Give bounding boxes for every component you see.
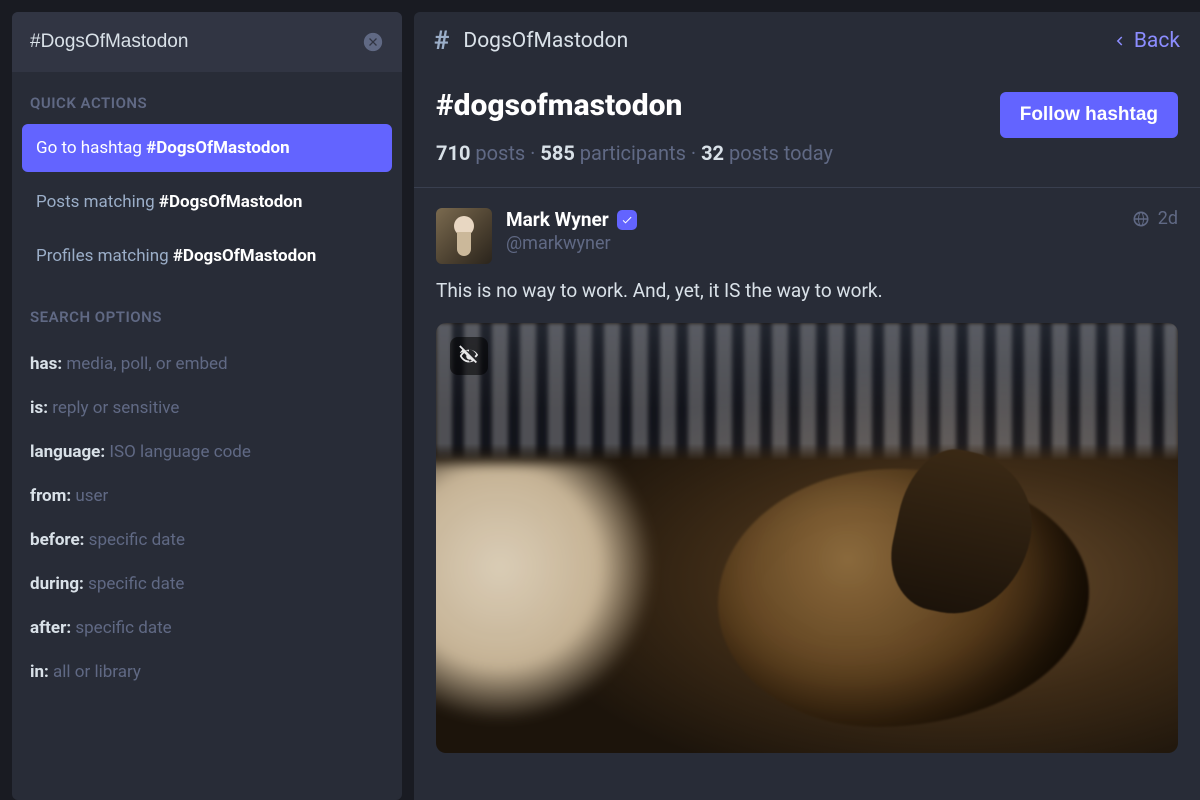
quick-actions-heading: QUICK ACTIONS: [12, 72, 402, 124]
filter-key: in:: [30, 662, 49, 682]
qa-label: Go to hashtag: [36, 138, 146, 158]
qa-bold: #DogsOfMastodon: [159, 192, 303, 212]
search-row: [12, 12, 402, 72]
follow-hashtag-button[interactable]: Follow hashtag: [1000, 92, 1178, 138]
hash-icon: #: [434, 26, 449, 56]
filter-desc: reply or sensitive: [48, 398, 179, 418]
verified-icon: [617, 210, 637, 230]
handle[interactable]: @markwyner: [506, 233, 1118, 254]
column-title: DogsOfMastodon: [463, 29, 628, 53]
filter-desc: specific date: [84, 574, 185, 594]
avatar[interactable]: [436, 208, 492, 264]
hide-media-icon[interactable]: [450, 337, 488, 375]
hashtag-title: #dogsofmastodon: [436, 88, 982, 123]
filter-language[interactable]: language: ISO language code: [12, 430, 402, 474]
post-image[interactable]: [436, 323, 1178, 753]
qa-profiles-matching[interactable]: Profiles matching #DogsOfMastodon: [22, 232, 392, 280]
stat-posts-l: posts ·: [470, 141, 540, 165]
filter-key: language:: [30, 442, 105, 462]
filter-desc: all or library: [49, 662, 141, 682]
display-name-text: Mark Wyner: [506, 208, 609, 231]
stat-today-n: 32: [701, 141, 724, 165]
back-button[interactable]: Back: [1110, 29, 1180, 53]
stat-participants-n: 585: [540, 141, 574, 165]
filter-during[interactable]: during: specific date: [12, 562, 402, 606]
stat-participants-l: participants ·: [575, 141, 701, 165]
post-time[interactable]: 2d: [1158, 208, 1178, 229]
filter-key: during:: [30, 574, 84, 594]
search-sidebar: QUICK ACTIONS Go to hashtag #DogsOfMasto…: [12, 12, 402, 800]
qa-label: Posts matching: [36, 192, 159, 212]
filter-key: is:: [30, 398, 48, 418]
filter-key: after:: [30, 618, 71, 638]
post: Mark Wyner @markwyner 2d This is no way …: [414, 188, 1200, 773]
filter-key: from:: [30, 486, 71, 506]
filter-desc: ISO language code: [105, 442, 251, 462]
qa-bold: #DogsOfMastodon: [146, 138, 290, 158]
back-label: Back: [1134, 29, 1180, 53]
post-content: This is no way to work. And, yet, it IS …: [436, 278, 1178, 305]
display-name[interactable]: Mark Wyner: [506, 208, 637, 231]
filter-key: has:: [30, 354, 62, 374]
filter-desc: media, poll, or embed: [62, 354, 227, 374]
qa-go-to-hashtag[interactable]: Go to hashtag #DogsOfMastodon: [22, 124, 392, 172]
qa-posts-matching[interactable]: Posts matching #DogsOfMastodon: [22, 178, 392, 226]
search-options-heading: SEARCH OPTIONS: [12, 286, 402, 338]
stat-today-l: posts today: [724, 141, 833, 165]
clear-search-icon[interactable]: [362, 31, 384, 53]
filter-after[interactable]: after: specific date: [12, 606, 402, 650]
filter-desc: specific date: [84, 530, 185, 550]
stat-posts-n: 710: [436, 141, 470, 165]
filter-in[interactable]: in: all or library: [12, 650, 402, 694]
filter-key: before:: [30, 530, 84, 550]
filter-is[interactable]: is: reply or sensitive: [12, 386, 402, 430]
filter-desc: specific date: [71, 618, 172, 638]
chevron-left-icon: [1110, 32, 1128, 50]
filter-from[interactable]: from: user: [12, 474, 402, 518]
qa-label: Profiles matching: [36, 246, 173, 266]
post-meta: 2d: [1132, 208, 1178, 229]
hashtag-stats: 710 posts · 585 participants · 32 posts …: [436, 141, 982, 165]
filter-desc: user: [71, 486, 108, 506]
filter-before[interactable]: before: specific date: [12, 518, 402, 562]
post-header: Mark Wyner @markwyner 2d: [436, 208, 1178, 264]
globe-icon: [1132, 210, 1150, 228]
hashtag-header: #dogsofmastodon 710 posts · 585 particip…: [414, 70, 1200, 188]
search-input[interactable]: [30, 31, 362, 53]
qa-bold: #DogsOfMastodon: [173, 246, 317, 266]
filter-list: has: media, poll, or embed is: reply or …: [12, 338, 402, 712]
column-topbar: # DogsOfMastodon Back: [414, 12, 1200, 70]
hashtag-column: # DogsOfMastodon Back #dogsofmastodon 71…: [414, 12, 1200, 800]
filter-has[interactable]: has: media, poll, or embed: [12, 342, 402, 386]
